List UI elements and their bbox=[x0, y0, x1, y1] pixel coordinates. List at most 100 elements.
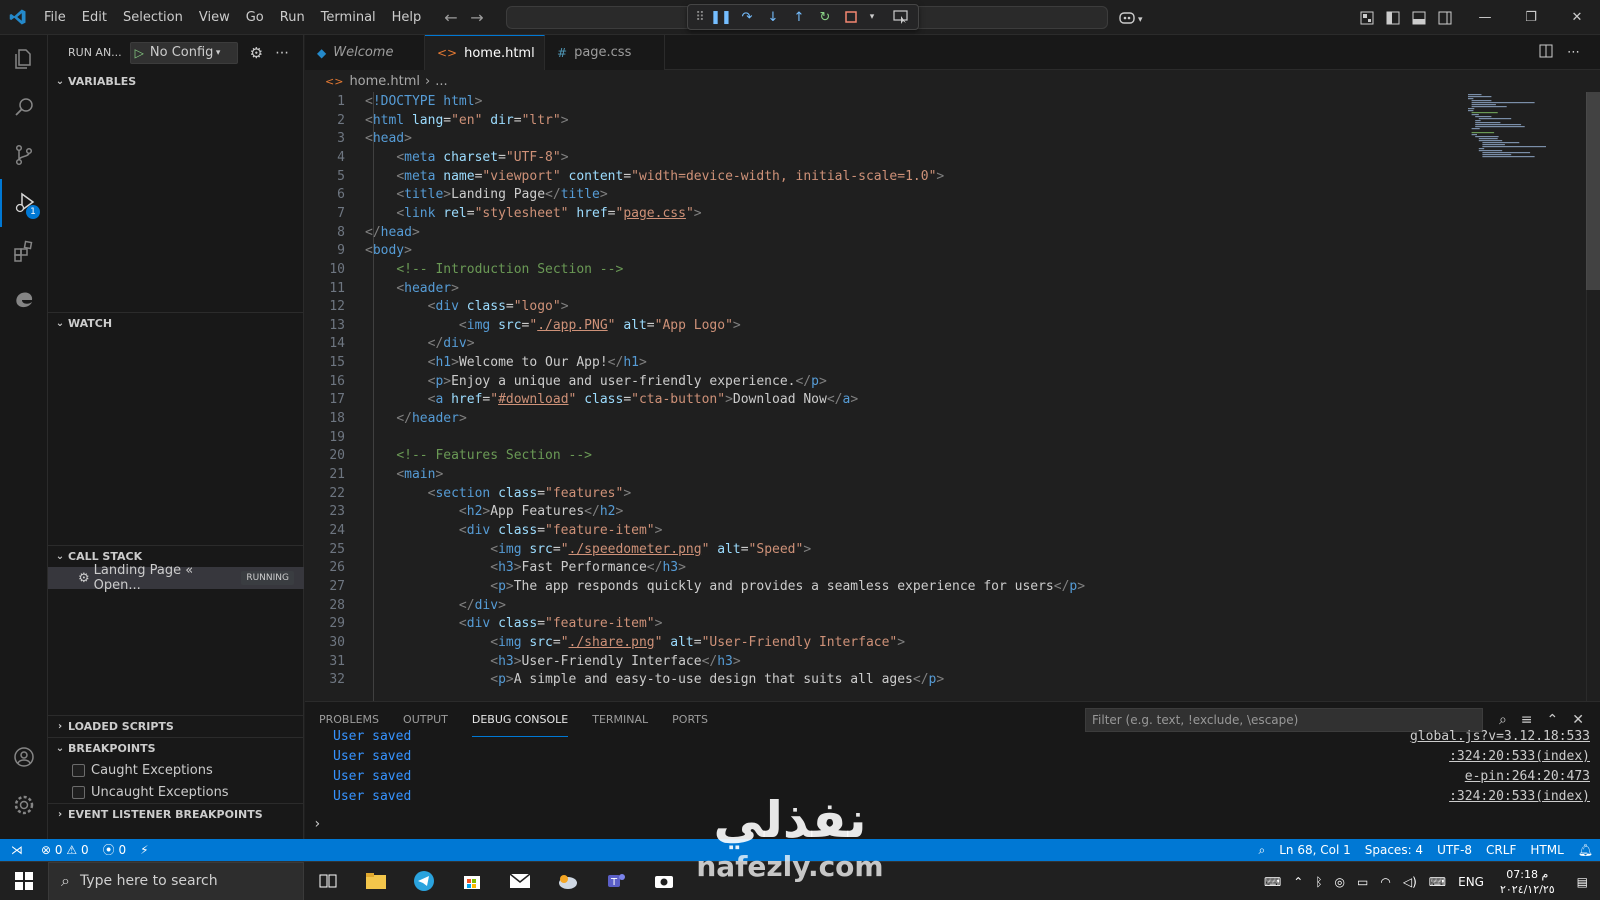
problems-indicator[interactable]: ⊗ 0 ⚠ 0 bbox=[34, 839, 96, 861]
step-over-icon[interactable]: ↷ bbox=[736, 6, 758, 28]
pause-icon[interactable]: ❚❚ bbox=[710, 6, 732, 28]
toggle-secondary-sidebar-icon[interactable] bbox=[1438, 11, 1452, 25]
drag-handle-icon[interactable]: ⠿ bbox=[694, 6, 706, 28]
account-icon[interactable] bbox=[0, 733, 48, 781]
battery-icon[interactable]: ▭ bbox=[1351, 875, 1374, 889]
ports-indicator[interactable]: ⦿ 0 bbox=[96, 839, 133, 861]
word-wrap-icon[interactable]: ≡ bbox=[1521, 712, 1533, 728]
input-language[interactable]: ENG bbox=[1452, 875, 1490, 889]
line-ending[interactable]: CRLF bbox=[1479, 839, 1523, 861]
volume-icon[interactable]: ◁) bbox=[1397, 875, 1423, 889]
microsoft-store-icon[interactable] bbox=[448, 862, 496, 900]
wifi-icon[interactable]: ◠ bbox=[1374, 875, 1396, 889]
play-icon[interactable]: ▷ bbox=[135, 46, 144, 60]
minimap[interactable] bbox=[1466, 92, 1551, 232]
more-actions-icon[interactable]: ⋯ bbox=[1567, 45, 1580, 60]
toggle-sidebar-icon[interactable] bbox=[1386, 11, 1400, 25]
split-editor-icon[interactable] bbox=[1539, 44, 1553, 62]
edge-devtools-icon[interactable] bbox=[0, 275, 48, 323]
more-actions-icon[interactable]: ⋯ bbox=[275, 45, 289, 61]
indentation[interactable]: Spaces: 4 bbox=[1358, 839, 1430, 861]
forward-arrow-icon[interactable]: → bbox=[464, 8, 490, 27]
mail-icon[interactable] bbox=[496, 862, 544, 900]
restart-icon[interactable]: ↻ bbox=[814, 6, 836, 28]
taskbar-search-box[interactable]: ⌕ Type here to search bbox=[48, 861, 304, 900]
console-source-link[interactable]: :324:20:533(index) bbox=[1449, 747, 1590, 767]
windows-start-icon[interactable] bbox=[0, 862, 48, 900]
console-source-link[interactable]: :324:20:533(index) bbox=[1449, 787, 1590, 807]
stop-icon[interactable] bbox=[840, 6, 862, 28]
step-into-icon[interactable]: ↓ bbox=[762, 6, 784, 28]
section-loaded-scripts[interactable]: › LOADED SCRIPTS bbox=[48, 715, 304, 737]
tab-page-css[interactable]: # page.css bbox=[545, 35, 665, 70]
close-panel-icon[interactable]: ✕ bbox=[1572, 712, 1584, 728]
chevron-down-icon[interactable]: ▾ bbox=[866, 6, 878, 28]
menu-run[interactable]: Run bbox=[272, 0, 313, 35]
section-event-listener-breakpoints[interactable]: › EVENT LISTENER BREAKPOINTS bbox=[48, 803, 304, 825]
maximize-panel-icon[interactable]: ⌃ bbox=[1547, 712, 1559, 728]
section-variables[interactable]: ⌄ VARIABLES bbox=[48, 70, 304, 92]
section-breakpoints[interactable]: ⌄ BREAKPOINTS bbox=[48, 737, 304, 759]
console-source-link[interactable]: e-pin:264:20:473 bbox=[1465, 767, 1590, 787]
telegram-icon[interactable] bbox=[400, 862, 448, 900]
restore-icon[interactable]: ❐ bbox=[1508, 0, 1554, 35]
menu-file[interactable]: File bbox=[36, 0, 74, 35]
debug-status-icon[interactable]: ⚡ bbox=[133, 839, 155, 861]
explorer-icon[interactable] bbox=[0, 35, 48, 83]
inspect-icon[interactable] bbox=[890, 6, 912, 28]
run-and-debug-icon[interactable]: 1 bbox=[0, 179, 48, 227]
console-source-link[interactable]: global.js?v=3.12.18:533 bbox=[1410, 727, 1590, 747]
debug-config-select[interactable]: ▷ No Configu ▾ bbox=[129, 41, 238, 64]
extensions-icon[interactable] bbox=[0, 227, 48, 275]
gear-icon[interactable]: ⚙ bbox=[250, 44, 263, 62]
action-center-icon[interactable]: ▤ bbox=[1565, 875, 1600, 889]
menu-terminal[interactable]: Terminal bbox=[313, 0, 384, 35]
search-icon[interactable]: ⌕ bbox=[1499, 712, 1507, 728]
menu-help[interactable]: Help bbox=[384, 0, 430, 35]
breadcrumb-rest[interactable]: ... bbox=[435, 74, 447, 89]
tab-home-html[interactable]: <> home.html ✕ bbox=[425, 35, 556, 70]
step-out-icon[interactable]: ↑ bbox=[788, 6, 810, 28]
menu-selection[interactable]: Selection bbox=[115, 0, 191, 35]
section-watch[interactable]: ⌄ WATCH bbox=[48, 312, 304, 334]
cursor-position[interactable]: Ln 68, Col 1 bbox=[1272, 839, 1358, 861]
remote-icon[interactable]: ⋊ bbox=[0, 839, 34, 861]
code-editor[interactable]: 1 <!DOCTYPE html> 2 <html lang="en" dir="lt… bbox=[305, 92, 1600, 701]
search-icon[interactable] bbox=[0, 83, 48, 131]
caught-exceptions-checkbox[interactable] bbox=[72, 763, 85, 777]
console-prompt-icon[interactable]: › bbox=[313, 816, 321, 832]
bluetooth-icon[interactable]: ᛒ bbox=[1309, 875, 1328, 889]
call-stack-item[interactable]: ⚙ Landing Page « Open... RUNNING bbox=[48, 563, 304, 593]
keyboard-layout-icon[interactable]: ⌨ bbox=[1258, 875, 1287, 889]
close-window-icon[interactable]: ✕ bbox=[1554, 0, 1600, 35]
clock[interactable]: 07:18 م ٢٠٢٤/١٢/٢٥ bbox=[1490, 867, 1565, 897]
back-arrow-icon[interactable]: ← bbox=[438, 8, 464, 27]
weather-icon[interactable] bbox=[544, 862, 592, 900]
language-mode[interactable]: HTML bbox=[1523, 839, 1570, 861]
gear-icon[interactable] bbox=[0, 781, 48, 829]
breadcrumb-file[interactable]: home.html bbox=[349, 74, 420, 89]
uncaught-exceptions-checkbox[interactable] bbox=[72, 785, 85, 799]
copilot-icon[interactable]: ▾ bbox=[1118, 0, 1148, 35]
toggle-panel-icon[interactable] bbox=[1412, 11, 1426, 25]
minimize-icon[interactable]: — bbox=[1462, 0, 1508, 35]
tab-label: Welcome bbox=[333, 45, 394, 60]
file-explorer-icon[interactable] bbox=[352, 862, 400, 900]
encoding[interactable]: UTF-8 bbox=[1430, 839, 1479, 861]
menu-go[interactable]: Go bbox=[238, 0, 272, 35]
touch-keyboard-icon[interactable]: ⌨ bbox=[1423, 875, 1452, 889]
customize-layout-icon[interactable] bbox=[1360, 11, 1374, 25]
tab-welcome[interactable]: ◆ Welcome bbox=[305, 35, 425, 70]
teams-icon[interactable]: T bbox=[592, 862, 640, 900]
chevron-up-icon[interactable]: ⌃ bbox=[1287, 875, 1309, 889]
source-control-icon[interactable] bbox=[0, 131, 48, 179]
menu-view[interactable]: View bbox=[191, 0, 238, 35]
menu-edit[interactable]: Edit bbox=[74, 0, 115, 35]
camera-icon[interactable] bbox=[640, 862, 688, 900]
scrollbar-thumb[interactable] bbox=[1586, 92, 1600, 290]
notifications-icon[interactable]: 🔔︎ bbox=[1571, 839, 1600, 861]
task-view-icon[interactable] bbox=[304, 862, 352, 900]
editor-scrollbar[interactable] bbox=[1586, 92, 1600, 701]
meet-now-icon[interactable]: ◎ bbox=[1329, 875, 1351, 889]
zoom-icon[interactable]: ⌕ bbox=[1252, 839, 1273, 861]
